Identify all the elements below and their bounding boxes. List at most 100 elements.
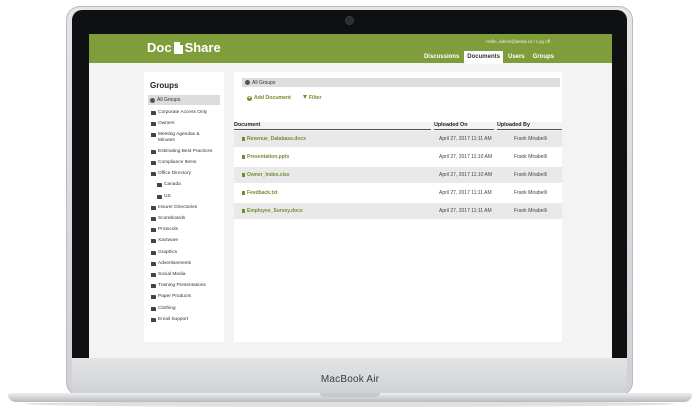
globe-icon [150,97,155,103]
table-row[interactable]: Feedback.txt April 27, 2017 11:11 AM Fra… [234,185,562,201]
sidebar-item-label: Corporate Access Only [158,110,208,115]
sidebar-item-label: Office Directory [158,171,191,177]
tab-groups[interactable]: Groups [530,51,557,64]
header-divider [497,129,562,130]
file-icon [242,137,245,141]
add-document-label: Add Document [254,95,291,101]
tab-documents[interactable]: Documents [464,51,503,64]
document-link[interactable]: Presentation.pptx [242,154,289,160]
logo-text-left: Doc [147,40,172,55]
document-link[interactable]: Revenue_Database.docx [242,136,306,142]
folder-icon [151,133,156,138]
folder-icon [151,122,156,127]
app-logo[interactable]: Doc Share [147,40,221,55]
table-row[interactable]: Owner_Index.xlsx April 27, 2017 11:10 AM… [234,167,562,183]
folder-icon [151,217,156,221]
camera-icon [346,17,353,24]
sidebar-item-protocols[interactable]: Protocols [151,227,223,233]
plus-icon: + [247,95,252,101]
column-header-document[interactable]: Document [234,122,260,128]
table-row[interactable]: Employee_Survey.docx April 27, 2017 11:1… [234,203,562,219]
sidebar-item-email-support[interactable]: Email Support [151,317,223,323]
documents-panel: All Groups + Add Document Filter Document… [234,72,562,342]
uploaded-by: Frank Mirabelli [514,154,547,160]
sidebar-item-social-media[interactable]: Social Media [151,272,223,278]
document-actions: + Add Document Filter [247,95,322,101]
breadcrumb: All Groups [242,78,560,87]
column-header-uploaded-by[interactable]: Uploaded By [497,122,530,128]
sidebar-item-label: Training Presentations [158,283,206,289]
filter-label: Filter [308,95,322,101]
document-name: Feedback.txt [247,190,278,196]
main-nav: Discussions Documents Users Groups [421,51,557,64]
folder-icon [151,261,156,266]
sidebar-item-label: Email Support [158,316,189,322]
folder-icon [151,205,156,210]
sidebar-item-insurer-directories[interactable]: Insurer Directories [151,205,223,211]
breadcrumb-label[interactable]: All Groups [252,80,275,86]
folder-list: Corporate Access Only Owners Meeting Age… [151,110,223,328]
sidebar-item-all-groups[interactable]: All Groups [148,95,220,105]
logo-text-right: Share [184,40,221,55]
table-row[interactable]: Presentation.pptx April 27, 2017 11:10 A… [234,149,562,165]
uploaded-on: April 27, 2017 11:11 AM [439,190,492,196]
folder-icon [151,272,156,277]
filter-button[interactable]: Filter [302,95,322,101]
tab-users[interactable]: Users [505,51,528,64]
user-account-line[interactable]: Hello, admin@aesia.ca / Log off [486,39,550,44]
sidebar-item-xactware[interactable]: Xactware [151,238,223,244]
uploaded-by: Frank Mirabelli [514,208,547,214]
sidebar-item-scoreboards[interactable]: Scoreboards [151,216,223,222]
sidebar-item-paper-products[interactable]: Paper Products [151,294,223,300]
document-link[interactable]: Feedback.txt [242,190,278,196]
tab-discussions[interactable]: Discussions [421,51,462,64]
uploaded-on: April 27, 2017 11:11 AM [439,208,492,214]
folder-icon [151,284,156,289]
uploaded-by: Frank Mirabelli [514,190,547,196]
document-name: Presentation.pptx [247,154,290,160]
sidebar-item-estimating-best-practices[interactable]: Estimating Best Practices [151,149,223,155]
document-name: Revenue_Database.docx [247,136,306,142]
file-icon [242,155,245,159]
uploaded-on: April 27, 2017 11:10 AM [439,172,492,178]
sidebar-item-graphics[interactable]: Graphics [151,250,223,256]
sidebar-item-label: Insurer Directories [158,204,198,210]
sidebar-item-label: Advertisements [158,260,192,266]
sidebar-item-meeting-agendas[interactable]: Meeting Agendas & Minutes [151,132,223,144]
document-link[interactable]: Owner_Index.xlsx [242,172,290,178]
sidebar-item-label: All Groups [157,97,181,103]
folder-icon [151,161,156,166]
sidebar-item-clothing[interactable]: Clothing [151,306,223,312]
uploaded-on: April 27, 2017 11:11 AM [439,136,492,142]
folder-icon [157,183,162,188]
sidebar-item-label: US [164,193,171,199]
file-icon [242,191,245,195]
uploaded-on: April 27, 2017 11:10 AM [439,154,492,160]
column-header-uploaded-on[interactable]: Uploaded On [434,122,468,128]
document-link[interactable]: Employee_Survey.docx [242,208,303,214]
top-bar: Doc Share Hello, admin@aesia.ca / Log of… [89,34,612,64]
uploaded-by: Frank Mirabelli [514,136,547,142]
sidebar-item-label: Protocols [158,227,178,233]
sidebar-item-us[interactable]: US [151,194,223,200]
sidebar-item-label: Paper Products [158,294,192,300]
sidebar-item-office-directory[interactable]: Office Directory [151,171,223,177]
add-document-button[interactable]: + Add Document [247,95,291,101]
folder-icon [151,295,156,300]
header-divider [434,129,494,130]
sidebar-item-training-presentations[interactable]: Training Presentations [151,283,223,289]
folder-icon [151,149,156,154]
laptop-notch [320,393,380,397]
document-name: Owner_Index.xlsx [247,172,290,178]
folder-icon [157,194,162,199]
sidebar-item-label: Social Media [158,271,186,277]
sidebar-item-compliance-items[interactable]: Compliance Items [151,160,223,166]
groups-sidebar: Groups All Groups Corporate Access Only … [144,72,224,342]
table-row[interactable]: Revenue_Database.docx April 27, 2017 11:… [234,131,562,147]
folder-icon [151,239,156,244]
sidebar-item-advertisements[interactable]: Advertisements [151,261,223,267]
sidebar-item-corporate-access-only[interactable]: Corporate Access Only [151,110,223,116]
sidebar-item-owners[interactable]: Owners [151,121,223,127]
sidebar-item-label: Canada [164,182,181,188]
sidebar-item-canada[interactable]: Canada [151,182,223,188]
